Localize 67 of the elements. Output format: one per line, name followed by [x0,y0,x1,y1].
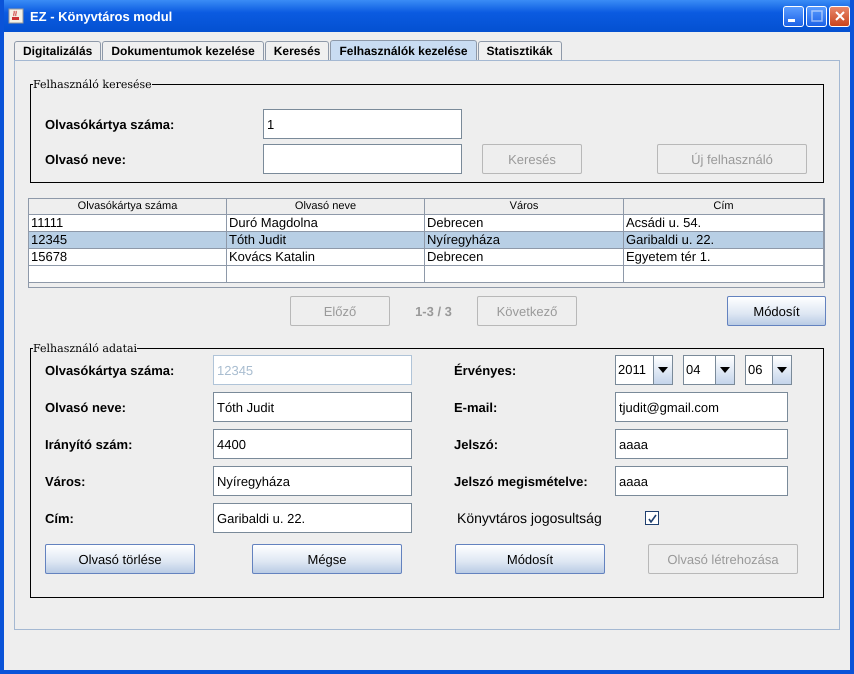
input-field[interactable]: aaaa [615,429,788,459]
minimize-icon [788,18,795,22]
field-label: Irányító szám: [45,436,134,452]
table-row[interactable]: 12345 Tóth Judit Nyíregyháza Garibaldi u. 22. [29,232,824,249]
tab[interactable]: Felhasználók kezelése [330,40,477,60]
tab[interactable]: Keresés [264,41,330,60]
table-cell: Debrecen [425,215,624,231]
dropdown-arrow-icon [777,367,787,373]
table-cell: Tóth Judit [227,232,425,248]
close-button[interactable] [829,6,850,26]
table-cell: 11111 [29,215,227,231]
minimize-button[interactable] [783,6,804,26]
field-label: Jelszó: [454,436,500,452]
dropdown[interactable]: 04 [683,355,735,385]
table-cell: Acsádi u. 54. [624,215,824,231]
input-field[interactable]: 4400 [213,429,412,459]
edit-button[interactable]: Módosít [727,296,826,326]
page-info: 1-3 / 3 [414,304,453,318]
input-field[interactable]: Nyíregyháza [213,466,412,496]
table-cell: Garibaldi u. 22. [624,232,824,248]
tab[interactable]: Digitalizálás [14,41,102,60]
group-title: Felhasználó keresése [33,78,152,91]
input-field[interactable]: Tóth Judit [213,392,412,422]
input-field[interactable]: Garibaldi u. 22. [213,503,412,533]
column-header[interactable]: Város [425,199,624,214]
field-label: Érvényes: [454,362,518,378]
table-cell: Debrecen [425,249,624,265]
field-label: Város: [45,474,86,488]
button[interactable]: Mégse [252,544,402,574]
dropdown[interactable]: 2011 [615,355,673,385]
group-title: Felhasználó adatai [33,342,138,355]
field-label: Cím: [45,510,75,526]
table-row[interactable]: 11111 Duró Magdolna Debrecen Acsádi u. 54. [29,215,824,232]
checkbox[interactable] [645,511,659,525]
field-label: E-mail: [454,400,498,414]
column-header[interactable]: Cím [624,199,824,214]
input-field[interactable]: tjudit@gmail.com [615,392,788,422]
field-label: Olvasó neve: [45,400,127,414]
table-cell: Nyíregyháza [425,232,624,248]
maximize-button[interactable] [806,6,827,26]
dropdown[interactable]: 06 [745,355,792,385]
table-cell: Egyetem tér 1. [624,249,824,265]
input-field[interactable] [263,144,462,174]
column-header[interactable]: Olvasókártya száma [29,199,227,214]
tab[interactable]: Dokumentumok kezelése [102,41,264,60]
checkbox-label: Könyvtáros jogosultság [456,510,603,526]
window-title: EZ - Könyvtáros modul [30,8,172,24]
field-label: Olvasó neve: [45,152,127,166]
field-label: Olvasókártya száma: [45,362,176,378]
input-field[interactable]: 1 [263,109,462,139]
close-icon [834,10,846,22]
cup-icon [8,8,24,24]
button[interactable]: Módosít [455,544,605,574]
field-label: Jelszó megismételve: [454,474,589,488]
input-field[interactable]: aaaa [615,466,788,496]
button[interactable]: Olvasó törlése [45,544,195,574]
dropdown-arrow-icon [720,367,730,373]
column-header[interactable]: Olvasó neve [227,199,425,214]
table-cell: Kovács Katalin [227,249,425,265]
table-cell: 15678 [29,249,227,265]
table-cell: 12345 [29,232,227,248]
field-label: Olvasókártya száma: [45,116,176,132]
table-cell: Duró Magdolna [227,215,425,231]
dropdown-arrow-icon [658,367,668,373]
maximize-icon [810,10,822,22]
tab[interactable]: Statisztikák [478,41,562,60]
table-row[interactable]: 15678 Kovács Katalin Debrecen Egyetem tér 1. [29,249,824,266]
